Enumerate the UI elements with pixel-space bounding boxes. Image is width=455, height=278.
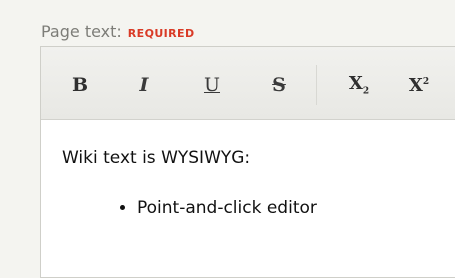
intro-text: Wiki text is WYSIWYG: [62,148,251,168]
strikethrough-icon: S [272,74,286,96]
subscript-icon: X2 [348,73,370,97]
toolbar-separator [316,65,317,105]
italic-button[interactable]: I [128,71,160,99]
strikethrough-button[interactable]: S [263,71,295,99]
bold-button[interactable]: B [64,71,96,99]
underline-button[interactable]: U [196,71,228,99]
bullet-list: Point-and-click editor [62,198,455,218]
bold-icon: B [71,74,89,96]
bullet-item: Point-and-click editor [137,198,455,218]
superscript-icon: X2 [408,74,430,96]
rich-text-editor[interactable]: B I U S X2 X2 Wiki text is WYSIWYG: Poin… [40,46,455,278]
page-text-label: Page text: [41,22,122,41]
subscript-button[interactable]: X2 [343,71,375,99]
editor-content[interactable]: Wiki text is WYSIWYG: Point-and-click ed… [41,120,455,277]
editor-toolbar: B I U S X2 X2 [41,47,455,120]
field-label-row: Page text: REQUIRED [41,22,194,44]
required-badge: REQUIRED [127,27,195,40]
superscript-button[interactable]: X2 [403,71,435,99]
italic-icon: I [139,74,149,96]
underline-icon: U [203,74,220,96]
